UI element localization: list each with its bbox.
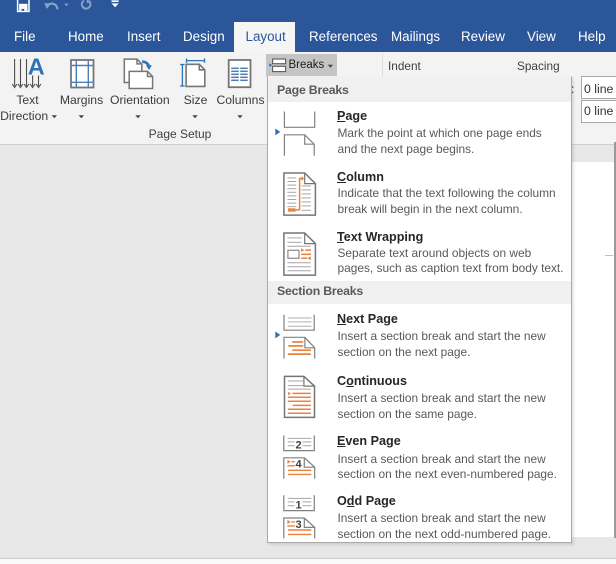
svg-text:2: 2 [296, 439, 302, 451]
svg-text:1: 1 [296, 499, 302, 511]
svg-text:A: A [28, 54, 45, 80]
svg-text:3: 3 [296, 519, 302, 531]
svg-text:4: 4 [296, 459, 303, 471]
